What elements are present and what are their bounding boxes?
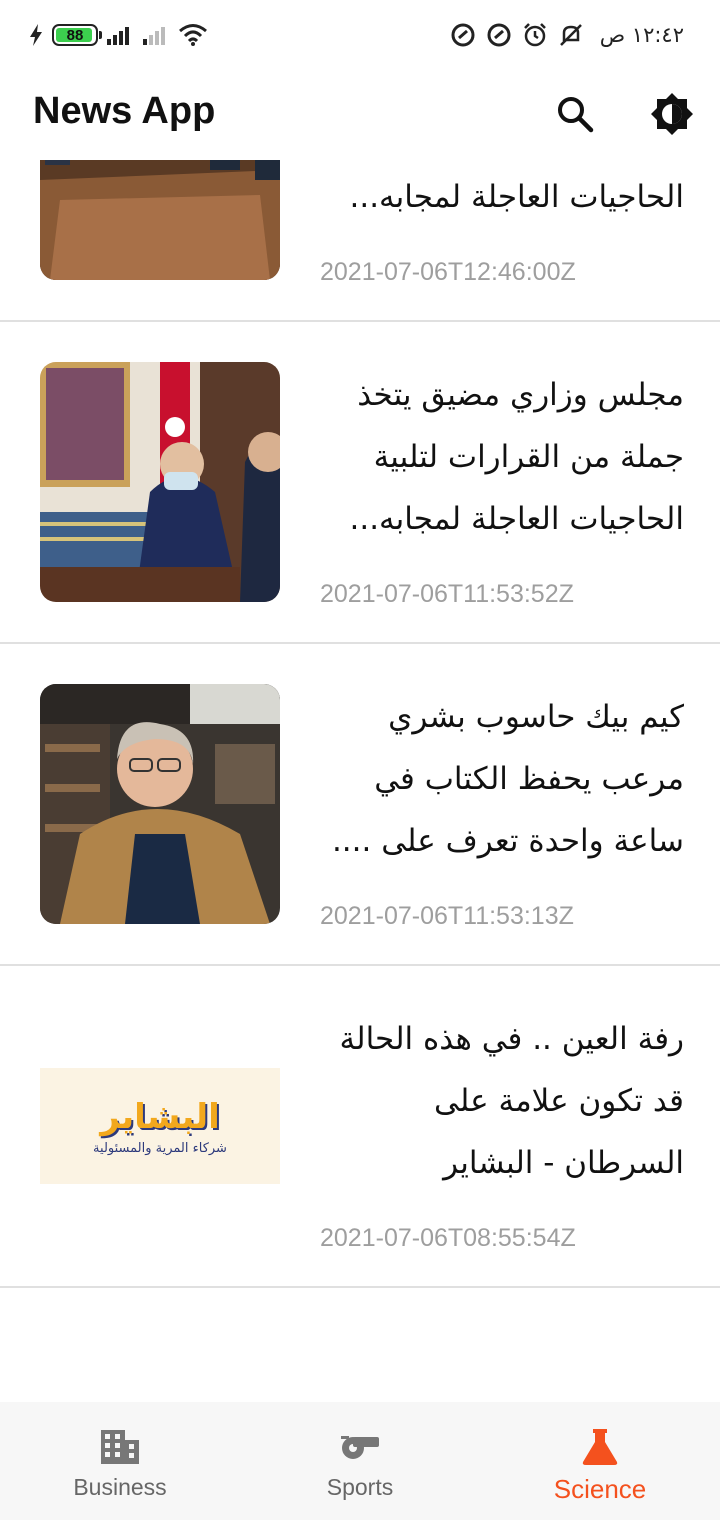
theme-toggle-button[interactable] xyxy=(646,88,698,140)
search-button[interactable] xyxy=(549,88,601,140)
signal-icon xyxy=(107,27,129,45)
battery-indicator: 88 xyxy=(52,24,102,46)
article-title: كيم بيك حاسوب بشري مرعب يحفظ الكتاب في س… xyxy=(331,699,684,859)
albashayer-logo: البشاير شركاء المرية والمسئولية xyxy=(40,1068,280,1184)
mute-icon xyxy=(559,24,582,46)
battery-level: 88 xyxy=(66,26,84,44)
article-title: مجلس وزاري مضيق يتخذ جملة من القرارات لت… xyxy=(349,377,684,537)
status-left: 88 xyxy=(28,18,208,52)
article-item[interactable]: مجلس وزاري مضيق يتخذ جملة من القرارات لت… xyxy=(0,160,720,322)
data-saver-icon-2 xyxy=(487,23,511,47)
nav-label-business: Business xyxy=(73,1474,167,1500)
article-item[interactable]: كيم بيك حاسوب بشري مرعب يحفظ الكتاب في س… xyxy=(0,644,720,966)
nav-item-science[interactable]: Science xyxy=(480,1402,720,1520)
flask-icon xyxy=(582,1429,618,1465)
alarm-icon xyxy=(523,23,546,47)
nav-item-business[interactable]: Business xyxy=(0,1402,240,1520)
article-date: 2021-07-06T08:55:54Z xyxy=(320,1224,576,1252)
article-title: رفة العين .. في هذه الحالة قد تكون علامة… xyxy=(339,1021,684,1181)
article-thumbnail xyxy=(40,160,280,280)
status-bar: 88 ١٢:٤٢ ص xyxy=(0,0,720,70)
article-item[interactable]: البشاير شركاء المرية والمسئولية رفة العي… xyxy=(0,966,720,1288)
article-date: 2021-07-06T11:53:13Z xyxy=(320,902,574,930)
whistle-icon xyxy=(341,1436,379,1459)
article-list[interactable]: مجلس وزاري مضيق يتخذ جملة من القرارات لت… xyxy=(0,160,720,1400)
article-thumbnail xyxy=(40,684,280,924)
wifi-icon xyxy=(179,24,207,46)
article-title: مجلس وزاري مضيق يتخذ جملة من القرارات لت… xyxy=(349,179,684,215)
status-right: ١٢:٤٢ ص xyxy=(450,18,684,52)
signal-weak-icon xyxy=(143,27,165,45)
nav-item-sports[interactable]: Sports xyxy=(240,1402,480,1520)
nav-label-science: Science xyxy=(553,1474,647,1504)
article-thumbnail xyxy=(40,362,280,602)
building-icon xyxy=(101,1430,139,1464)
article-list-content: مجلس وزاري مضيق يتخذ جملة من القرارات لت… xyxy=(0,160,720,1288)
nav-label-sports: Sports xyxy=(326,1474,394,1500)
search-icon xyxy=(558,97,594,133)
article-date: 2021-07-06T11:53:52Z xyxy=(320,580,574,608)
article-date: 2021-07-06T12:46:00Z xyxy=(320,258,576,286)
article-item[interactable]: مجلس وزاري مضيق يتخذ جملة من القرارات لت… xyxy=(0,322,720,644)
data-saver-icon xyxy=(451,23,475,47)
charging-icon xyxy=(30,24,42,46)
bottom-navigation: Business Sports Science xyxy=(0,1402,720,1520)
article-thumbnail: البشاير شركاء المرية والمسئولية xyxy=(40,1006,280,1246)
status-time: ١٢:٤٢ ص xyxy=(599,23,684,47)
logo-subtext: شركاء المرية والمسئولية xyxy=(93,1140,227,1156)
app-title: News App xyxy=(33,90,216,132)
app-bar: News App xyxy=(0,70,720,160)
logo-text: البشاير xyxy=(100,1096,220,1137)
brightness-icon xyxy=(651,93,693,135)
